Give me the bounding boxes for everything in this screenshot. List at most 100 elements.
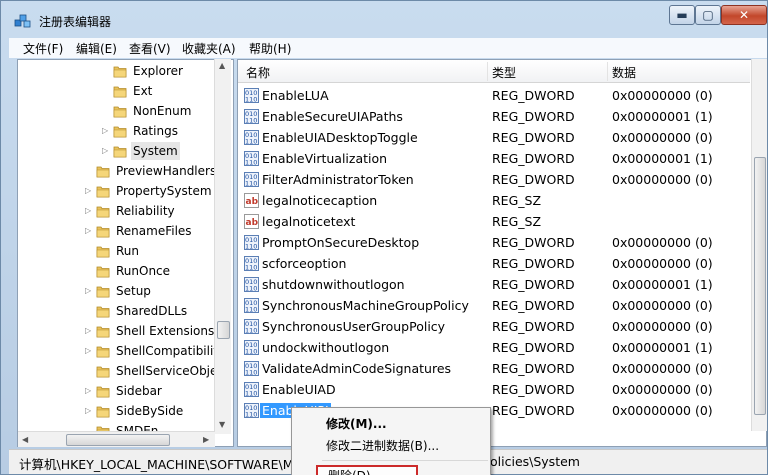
list-vertical-scrollbar[interactable] [751,59,767,431]
value-data: 0x00000000 (0) [612,172,713,187]
list-row[interactable]: 010 110 EnableVirtualization REG_DWORD 0x000… [238,148,750,169]
expand-arrow-icon[interactable]: ▷ [85,186,94,196]
list-row[interactable]: 010 110 undockwithoutlogon REG_DWORD 0x00000… [238,337,750,358]
list-row[interactable]: 010 110 EnableUIAD REG_DWORD 0x00000000 (0) [238,379,750,400]
column-data-header[interactable]: 数据 [612,64,636,81]
scroll-left-icon[interactable]: ◀ [22,436,28,444]
expand-arrow-icon[interactable]: ▷ [102,146,111,156]
value-type: REG_SZ [492,214,542,229]
expand-arrow-icon[interactable]: ▷ [85,406,94,416]
value-data: 0x00000000 (0) [612,298,713,313]
list-row[interactable]: 010 110 PromptOnSecureDesktop REG_DWORD 0x00… [238,232,750,253]
regedit-window: 注册表编辑器 ▬ ▢ ✕ 文件(F) 编辑(E) 查看(V) 收藏夹(A) 帮助… [0,0,768,475]
tree-item-label: System [131,142,180,160]
expand-arrow-icon[interactable]: ▷ [85,206,94,216]
tree-item-label: Reliability [116,204,175,218]
list-row[interactable]: ab legalnoticetext REG_SZ [238,211,750,232]
window-title: 注册表编辑器 [39,15,112,29]
list-row[interactable]: 010 110 SynchronousMachineGroupPolicy REG_D… [238,295,750,316]
tree-hscroll-thumb[interactable] [66,434,170,446]
value-type: REG_DWORD [492,340,575,355]
expand-arrow-icon[interactable]: ▷ [85,226,94,236]
value-type: REG_DWORD [492,382,575,397]
menu-help[interactable]: 帮助(H) [249,40,291,57]
tree-scroll-thumb[interactable] [217,321,230,339]
title-bar[interactable]: 注册表编辑器 ▬ ▢ ✕ [1,1,767,37]
menu-favorites[interactable]: 收藏夹(A) [182,40,236,57]
column-divider[interactable] [487,62,488,81]
binary-value-icon: 010110 [244,172,259,187]
close-button[interactable]: ✕ [721,5,767,25]
folder-icon [96,186,110,198]
value-name: EnableLUA [262,88,329,103]
list-row[interactable]: 010 110 FilterAdministratorToken REG_DWORD 0… [238,169,750,190]
tree-vertical-scrollbar[interactable]: ▲ ▼ [214,59,231,434]
value-name: EnableVirtualization [262,151,388,166]
tree-item-label: ShellServiceObjec [116,364,224,378]
maximize-button[interactable]: ▢ [695,5,721,25]
svg-text:110: 110 [245,348,257,356]
list-row[interactable]: 010 110 EnableSecureUIAPaths REG_DWORD 0x000… [238,106,750,127]
menu-modify-binary[interactable]: 修改二进制数据(B)... [326,437,439,454]
list-row[interactable]: 010 110 EnableLUA REG_DWORD 0x00000000 (0) [238,85,750,106]
values-list[interactable]: 名称 类型 数据 010 110 EnableLUA REG_DWORD 0x00000… [237,59,767,447]
list-row[interactable]: 010 110 ValidateAdminCodeSignatures REG_DWO… [238,358,750,379]
folder-icon [96,306,110,318]
expand-arrow-icon[interactable]: ▷ [85,346,94,356]
expand-arrow-icon[interactable]: ▷ [102,126,111,136]
value-name: EnableUIADesktopToggle [262,130,418,145]
column-type-header[interactable]: 类型 [492,64,516,81]
column-divider[interactable] [607,62,608,81]
tree-item-label: Explorer [133,64,183,78]
value-type: REG_DWORD [492,172,575,187]
menu-modify[interactable]: 修改(M)... [326,415,387,432]
list-row[interactable]: 010 110 EnableUIADesktopToggle REG_DWORD 0x0… [238,127,750,148]
folder-icon [113,146,127,158]
svg-text:110: 110 [245,285,257,293]
value-data: 0x00000000 (0) [612,88,713,103]
value-name: SynchronousUserGroupPolicy [262,319,446,334]
list-row[interactable]: ab legalnoticecaption REG_SZ [238,190,750,211]
folder-icon [113,126,127,138]
scroll-up-icon[interactable]: ▲ [219,62,225,70]
expand-arrow-icon[interactable]: ▷ [85,286,94,296]
folder-icon [96,226,110,238]
value-type: REG_DWORD [492,109,575,124]
tree-item-label: RunOnce [116,264,171,278]
folder-icon [96,246,110,258]
folder-icon [113,66,127,78]
value-name: FilterAdministratorToken [262,172,414,187]
value-type: REG_DWORD [492,319,575,334]
binary-value-icon: 010110 [244,109,259,124]
menu-file[interactable]: 文件(F) [23,40,63,57]
string-value-icon: ab [244,214,259,229]
tree-horizontal-scrollbar[interactable]: ◀ ▶ [18,431,215,447]
menu-separator [322,460,488,461]
menu-edit[interactable]: 编辑(E) [76,40,117,57]
status-path: 计算机\HKEY_LOCAL_MACHINE\SOFTWARE\Mic [19,457,304,472]
binary-value-icon: 010110 [244,319,259,334]
folder-icon [96,266,110,278]
list-scroll-thumb[interactable] [754,157,766,415]
menu-delete[interactable]: 删除(D) [316,465,418,475]
registry-tree[interactable]: Explorer Ext NonEnum ▷ Ratings ▷ System Preview… [17,59,234,447]
tree-item-label: SharedDLLs [116,304,188,318]
svg-text:110: 110 [245,243,257,251]
minimize-button[interactable]: ▬ [669,5,695,25]
menu-view[interactable]: 查看(V) [129,40,171,57]
value-name: EnableSecureUIAPaths [262,109,403,124]
expand-arrow-icon[interactable]: ▷ [85,386,94,396]
value-data: 0x00000001 (1) [612,340,713,355]
list-row[interactable]: 010 110 SynchronousUserGroupPolicy REG_DWOR… [238,316,750,337]
column-name-header[interactable]: 名称 [246,64,270,81]
binary-value-icon: 010110 [244,235,259,250]
folder-icon [96,326,110,338]
expand-arrow-icon[interactable]: ▷ [85,326,94,336]
binary-value-icon: 010110 [244,340,259,355]
scroll-right-icon[interactable]: ▶ [203,436,209,444]
binary-value-icon: 010110 [244,403,259,418]
scroll-down-icon[interactable]: ▼ [219,421,225,429]
list-row[interactable]: 010 110 scforceoption REG_DWORD 0x00000000 (… [238,253,750,274]
list-row[interactable]: 010 110 shutdownwithoutlogon REG_DWORD 0x000… [238,274,750,295]
folder-icon [96,406,110,418]
